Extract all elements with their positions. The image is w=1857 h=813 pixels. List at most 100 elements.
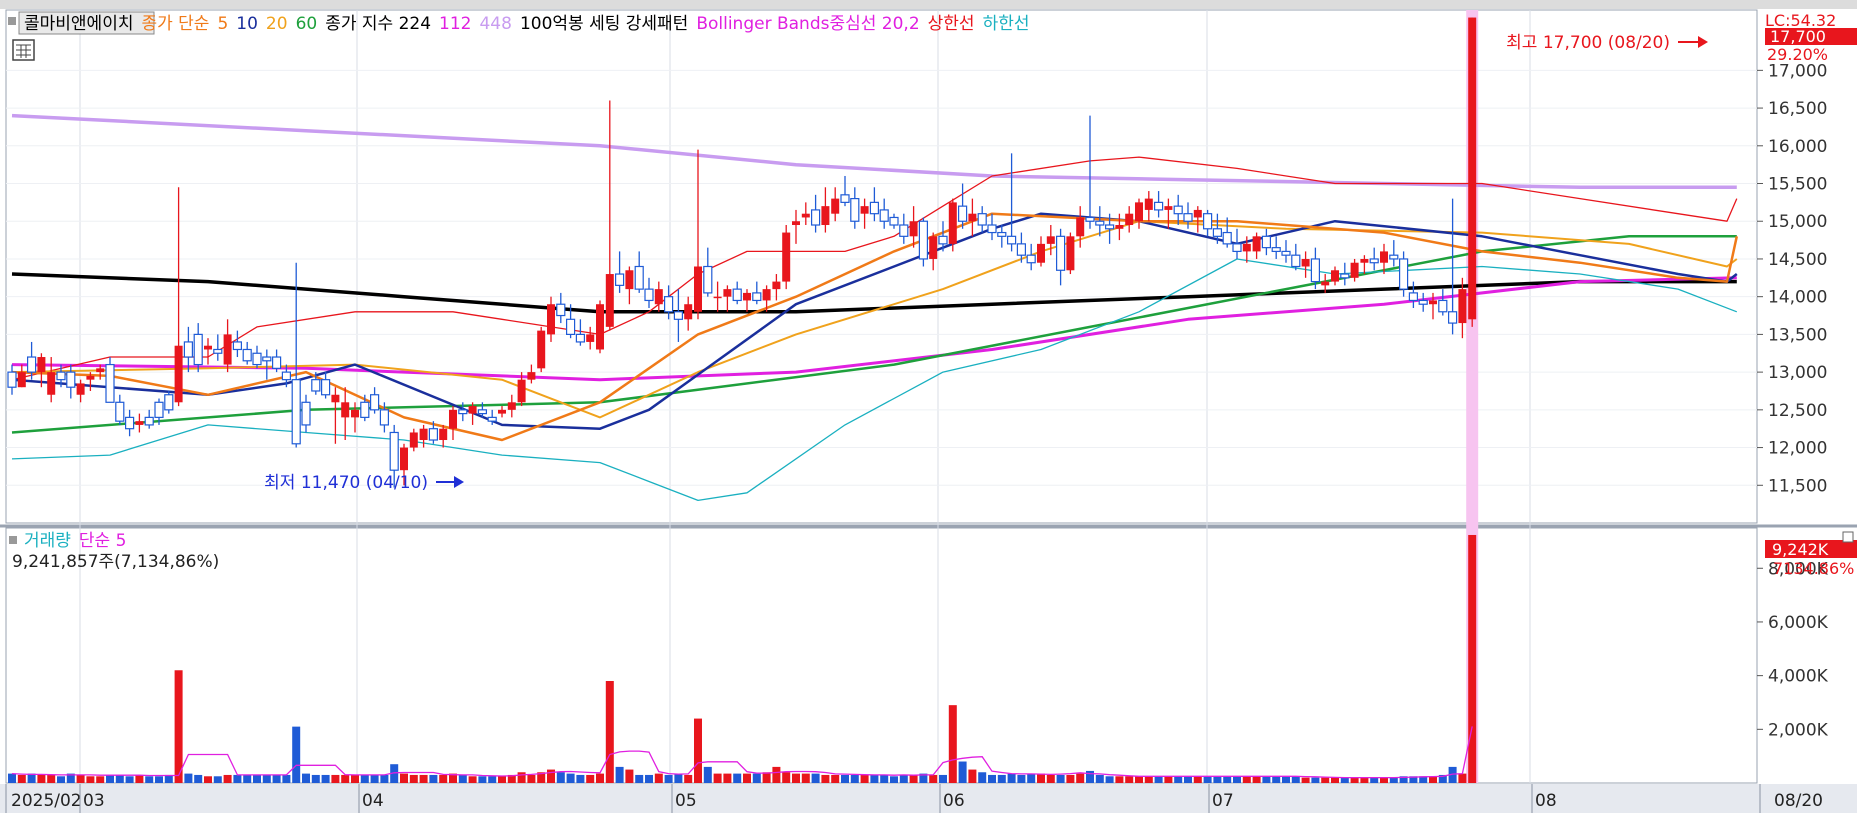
candle-body xyxy=(1193,209,1202,218)
volume-bar xyxy=(1272,776,1281,783)
volume-bar xyxy=(1301,777,1310,783)
volume-bar xyxy=(292,726,301,783)
candle-body xyxy=(1301,258,1310,267)
volume-change: 7134.86% xyxy=(1773,559,1854,578)
candle-body xyxy=(575,333,586,343)
panel-close-icon[interactable] xyxy=(1842,531,1854,543)
legend-item-6: 종가 지수 224 xyxy=(325,14,431,34)
volume-bar xyxy=(556,772,565,783)
volume-bar xyxy=(204,776,212,783)
volume-bar xyxy=(713,773,722,783)
legend-item-11: 상한선 xyxy=(928,14,975,34)
price-tick-label: 15,000 xyxy=(1768,212,1827,232)
candle-body xyxy=(1429,300,1437,305)
candle-body xyxy=(860,206,869,214)
volume-bar xyxy=(321,774,330,783)
price-tick-label: 11,500 xyxy=(1768,476,1827,496)
volume-bar xyxy=(831,774,840,783)
candle-body xyxy=(1447,311,1458,324)
volume-bar xyxy=(1203,776,1212,783)
candle-body xyxy=(938,235,948,245)
volume-tick-label: 6,000K xyxy=(1768,613,1829,633)
volume-bar xyxy=(674,773,683,783)
volume-bar xyxy=(1056,774,1065,783)
date-label: 07 xyxy=(1212,791,1234,811)
legend-item-5: 60 xyxy=(296,14,318,34)
legend-marker xyxy=(8,17,16,25)
candle-body xyxy=(596,304,604,350)
candle-body xyxy=(1331,270,1339,282)
candle-body xyxy=(743,292,751,301)
candle-body xyxy=(614,273,625,286)
candle-body xyxy=(17,372,26,388)
volume-bar xyxy=(498,776,506,783)
volume-bar xyxy=(1321,777,1330,783)
volume-bar xyxy=(909,774,918,783)
candle-body xyxy=(193,333,203,366)
candle-body xyxy=(1222,231,1232,245)
volume-bar xyxy=(253,774,261,783)
candle-body xyxy=(772,281,781,290)
candle-body xyxy=(1095,220,1105,226)
volume-bar xyxy=(605,681,614,783)
volume-bar xyxy=(1164,776,1173,783)
volume-bar xyxy=(458,774,467,783)
volume-bar xyxy=(1331,777,1339,783)
volume-bar xyxy=(1242,776,1251,783)
volume-bar xyxy=(47,774,56,783)
volume-bar xyxy=(958,761,967,783)
volume-bar xyxy=(615,766,624,783)
candle-body xyxy=(468,406,477,414)
candle-body xyxy=(507,402,516,410)
candle-body xyxy=(1360,258,1369,263)
candle-body xyxy=(204,345,212,350)
candle-body xyxy=(458,409,468,415)
volume-legend-marker xyxy=(9,536,17,544)
volume-bar xyxy=(419,774,428,783)
candle-body xyxy=(547,304,555,335)
candle-body xyxy=(262,356,272,362)
volume-bar xyxy=(576,774,585,783)
volume-bar xyxy=(106,774,114,783)
volume-bar xyxy=(57,776,65,783)
volume-bar xyxy=(1282,776,1290,783)
volume-bar xyxy=(527,774,536,783)
volume-bar xyxy=(272,774,281,783)
stock-chart[interactable]: 17,000 16,500 16,000 15,500 15,000 14,500 14,0… xyxy=(0,0,1857,813)
candle-body xyxy=(115,401,125,422)
candle-body xyxy=(810,209,821,226)
volume-bar xyxy=(733,773,742,783)
candle-body xyxy=(1271,247,1281,253)
volume-bar xyxy=(1223,776,1232,783)
volume-bar xyxy=(370,774,379,783)
price-tick-label: 12,500 xyxy=(1768,401,1827,421)
candle-body xyxy=(223,334,232,365)
candle-body xyxy=(517,379,526,403)
volume-bar xyxy=(302,773,310,783)
candle-body xyxy=(821,206,830,226)
price-tick-label: 15,500 xyxy=(1768,175,1827,195)
volume-bar xyxy=(1370,777,1379,783)
candle-body xyxy=(281,371,291,381)
candle-body xyxy=(449,409,457,429)
candle-body xyxy=(76,383,85,395)
candle-body xyxy=(1232,243,1242,253)
volume-bar xyxy=(37,774,46,783)
volume-tick-label: 2,000K xyxy=(1768,720,1829,740)
candle-body xyxy=(487,416,497,422)
candle-body xyxy=(1153,201,1164,211)
calculator-icon[interactable] xyxy=(12,39,35,61)
legend-item-4: 20 xyxy=(266,14,288,34)
volume-bar xyxy=(213,776,222,783)
candle-body xyxy=(439,428,448,441)
candle-body xyxy=(605,274,614,327)
candle-body xyxy=(379,409,389,426)
volume-value-text: 9,241,857주(7,134,86%) xyxy=(12,552,219,572)
volume-bar xyxy=(223,774,232,783)
volume-bar xyxy=(772,766,781,783)
volume-bar xyxy=(880,774,889,783)
volume-bar xyxy=(1144,776,1153,783)
candle-body xyxy=(1418,299,1428,305)
volume-bar xyxy=(409,774,418,783)
legend-item-10: Bollinger Bands중심선 20,2 xyxy=(696,14,919,34)
